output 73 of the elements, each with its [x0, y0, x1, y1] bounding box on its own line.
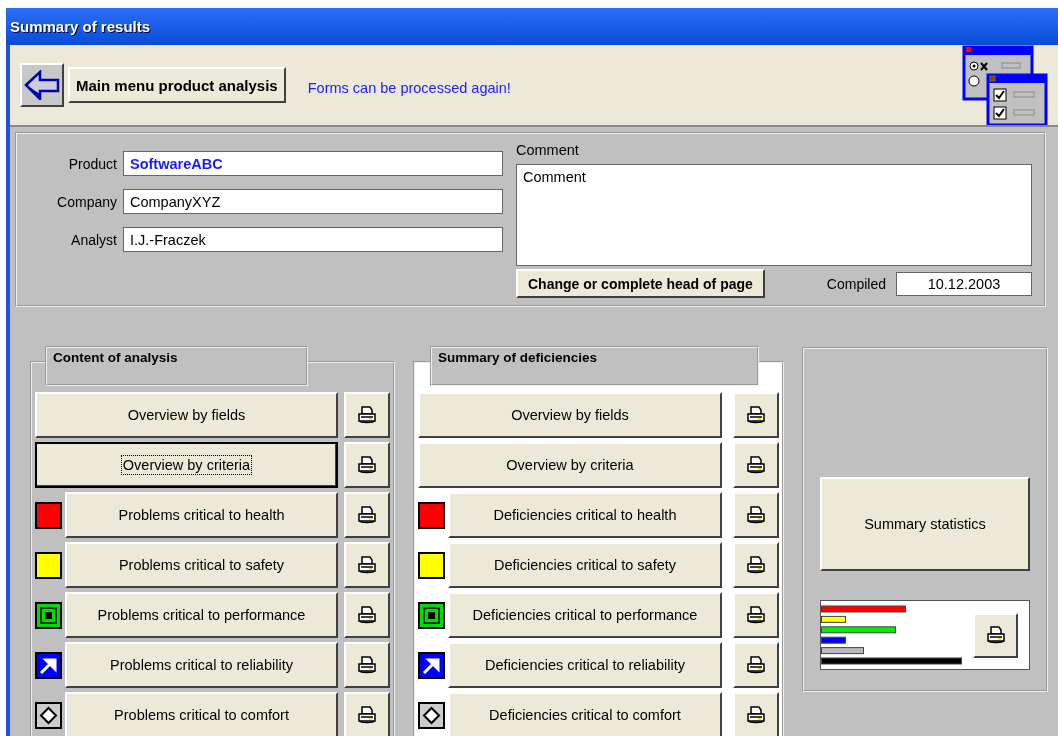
- print-button[interactable]: [733, 692, 779, 736]
- arrow-square-icon: [35, 651, 62, 679]
- nested-squares-icon: [35, 601, 62, 629]
- printer-icon: [357, 456, 377, 474]
- report-button[interactable]: Problems critical to performance: [65, 592, 338, 638]
- field-label: Product: [67, 155, 117, 172]
- printer-icon: [746, 456, 766, 474]
- back-button[interactable]: [20, 63, 64, 107]
- report-button[interactable]: Problems critical to comfort: [65, 692, 338, 736]
- nested-squares-icon: [418, 601, 445, 629]
- printer-icon: [985, 626, 1006, 644]
- report-button[interactable]: Deficiencies critical to reliability: [448, 642, 722, 688]
- printer-icon: [746, 506, 766, 524]
- print-button[interactable]: [973, 612, 1018, 658]
- print-button[interactable]: [344, 692, 390, 736]
- print-button[interactable]: [344, 642, 390, 688]
- print-button[interactable]: [344, 492, 390, 538]
- summary-statistics-button[interactable]: Summary statistics: [820, 477, 1030, 571]
- printer-icon: [357, 556, 377, 574]
- report-button[interactable]: Overview by criteria: [35, 442, 338, 488]
- report-button[interactable]: Deficiencies critical to performance: [448, 592, 722, 638]
- printer-icon: [746, 406, 766, 424]
- report-button[interactable]: Overview by criteria: [418, 442, 722, 488]
- date-field[interactable]: 10.12.2003: [896, 271, 1032, 296]
- status-message: Forms can be processed again!: [307, 80, 511, 96]
- diamond-square-icon: [418, 701, 445, 729]
- report-button[interactable]: Problems critical to reliability: [65, 642, 338, 688]
- input-field[interactable]: I.J.-Fraczek: [123, 227, 503, 252]
- printer-icon: [746, 706, 766, 724]
- print-button[interactable]: [344, 442, 390, 488]
- report-button[interactable]: Problems critical to safety: [65, 542, 338, 588]
- printer-icon: [357, 506, 377, 524]
- print-button[interactable]: [733, 642, 779, 688]
- printer-icon: [746, 606, 766, 624]
- print-button[interactable]: [344, 392, 390, 438]
- window-title: Summary of results: [6, 8, 1058, 45]
- report-button[interactable]: Deficiencies critical to safety: [448, 542, 722, 588]
- field-label: Comment: [516, 142, 580, 160]
- printer-icon: [357, 606, 377, 624]
- print-button[interactable]: [733, 492, 779, 538]
- input-field[interactable]: SoftwareABC: [123, 151, 503, 176]
- printer-icon: [357, 406, 377, 424]
- arrow-square-icon: [418, 651, 445, 679]
- report-button[interactable]: Deficiencies critical to health: [448, 492, 722, 538]
- print-button[interactable]: [733, 592, 779, 638]
- square-icon: [418, 501, 445, 529]
- report-button[interactable]: Overview by fields: [418, 392, 722, 438]
- printer-icon: [746, 556, 766, 574]
- print-button[interactable]: [344, 542, 390, 588]
- main-menu-button[interactable]: Main menu product analysis: [68, 67, 286, 103]
- panel-title: Content of analysis: [45, 346, 308, 386]
- input-field[interactable]: CompanyXYZ: [123, 189, 503, 214]
- field-label: Analyst: [70, 231, 117, 248]
- printer-icon: [746, 656, 766, 674]
- square-icon: [418, 551, 445, 579]
- print-button[interactable]: [733, 392, 779, 438]
- arrow-left-icon: [24, 70, 60, 100]
- printer-icon: [357, 656, 377, 674]
- diamond-square-icon: [35, 701, 62, 729]
- change-head-button[interactable]: Change or complete head of page: [516, 269, 765, 298]
- comment-field[interactable]: Comment: [516, 164, 1032, 266]
- report-button[interactable]: Deficiencies critical to comfort: [448, 692, 722, 736]
- field-label: Company: [56, 193, 117, 210]
- print-button[interactable]: [733, 442, 779, 488]
- field-label: Compiled: [826, 275, 886, 292]
- print-button[interactable]: [344, 592, 390, 638]
- report-button[interactable]: Problems critical to health: [65, 492, 338, 538]
- report-button[interactable]: Overview by fields: [35, 392, 338, 438]
- square-icon: [35, 501, 62, 529]
- printer-icon: [357, 706, 377, 724]
- panel-title: Summary of deficiencies: [430, 346, 759, 386]
- square-icon: [35, 551, 62, 579]
- print-button[interactable]: [733, 542, 779, 588]
